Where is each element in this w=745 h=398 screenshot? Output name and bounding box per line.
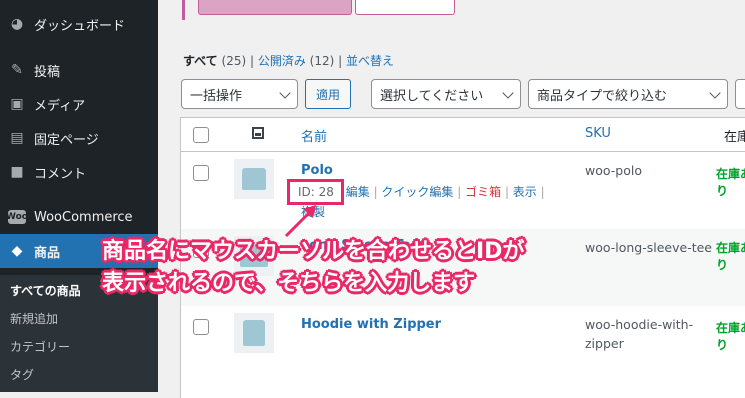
- callout-line-2: 表示されるので、そちらを入力します: [102, 271, 476, 296]
- callout-line-1: 商品名にマウスカーソルを合わせるとIDが: [102, 239, 525, 264]
- callout-text: 商品名にマウスカーソルを合わせるとIDが 表示されるので、そちらを入力します: [102, 236, 524, 300]
- callout-arrow: [284, 205, 316, 238]
